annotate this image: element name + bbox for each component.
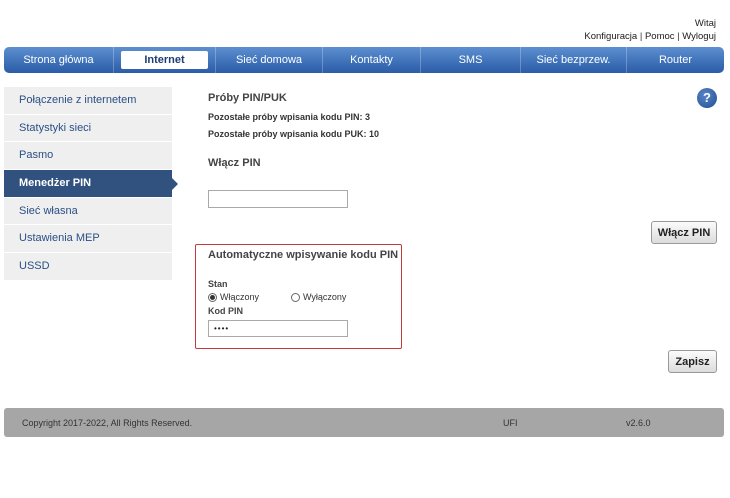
enable-pin-button[interactable]: Włącz PIN <box>651 221 717 244</box>
nav-contacts[interactable]: Kontakty <box>323 47 421 73</box>
sidebar-item-internet-connection[interactable]: Połączenie z internetem <box>4 87 172 115</box>
sidebar-item-pin-manager[interactable]: Menedżer PIN <box>4 170 178 198</box>
radio-enabled[interactable]: Włączony <box>208 292 259 302</box>
help-link[interactable]: Pomoc <box>645 31 675 42</box>
logout-link[interactable]: Wyloguj <box>682 31 716 42</box>
config-link[interactable]: Konfiguracja <box>584 31 637 42</box>
sidebar-item-own-network[interactable]: Sieć własna <box>4 197 172 226</box>
attempts-title: Próby PIN/PUK <box>208 92 287 104</box>
footer: Copyright 2017-2022, All Rights Reserved… <box>4 408 724 437</box>
auto-pin-title: Automatyczne wpisywanie kodu PIN <box>208 249 399 261</box>
sidebar: Połączenie z internetem Statystyki sieci… <box>4 87 178 281</box>
state-label: Stan <box>208 279 228 289</box>
pin-input[interactable] <box>208 190 348 208</box>
greeting-text: Witaj <box>694 18 716 29</box>
help-icon[interactable]: ? <box>697 88 717 108</box>
nav-home[interactable]: Strona główna <box>4 47 114 73</box>
pin-code-input[interactable]: •••• <box>208 320 348 337</box>
nav-router[interactable]: Router <box>627 47 724 73</box>
radio-disabled-label: Wyłączony <box>303 292 347 302</box>
save-button[interactable]: Zapisz <box>668 350 717 373</box>
sidebar-item-network-stats[interactable]: Statystyki sieci <box>4 114 172 143</box>
enable-pin-title: Włącz PIN <box>208 157 261 169</box>
puk-attempts-text: Pozostałe próby wpisania kodu PUK: 10 <box>208 129 380 139</box>
main-navbar: Strona główna Internet Sieć domowa Konta… <box>4 47 724 73</box>
sidebar-item-ussd[interactable]: USSD <box>4 253 172 281</box>
nav-wireless[interactable]: Sieć bezprzew. <box>521 47 627 73</box>
sidebar-item-mep-settings[interactable]: Ustawienia MEP <box>4 225 172 254</box>
pin-attempts-text: Pozostałe próby wpisania kodu PIN: 3 <box>208 112 371 122</box>
radio-checked-icon <box>208 292 217 302</box>
nav-home-network[interactable]: Sieć domowa <box>216 47 323 73</box>
pin-code-label: Kod PIN <box>208 306 243 316</box>
sidebar-item-band[interactable]: Pasmo <box>4 142 172 171</box>
nav-internet[interactable]: Internet <box>114 47 216 73</box>
version-text: v2.6.0 <box>626 418 651 428</box>
copyright-text: Copyright 2017-2022, All Rights Reserved… <box>22 418 193 428</box>
radio-unchecked-icon <box>291 292 300 302</box>
radio-enabled-label: Włączony <box>220 292 260 302</box>
device-name: UFI <box>503 418 518 428</box>
top-links: Witaj Konfiguracja | Pomoc | Wyloguj <box>584 17 716 43</box>
nav-sms[interactable]: SMS <box>421 47 521 73</box>
radio-disabled[interactable]: Wyłączony <box>291 292 346 302</box>
